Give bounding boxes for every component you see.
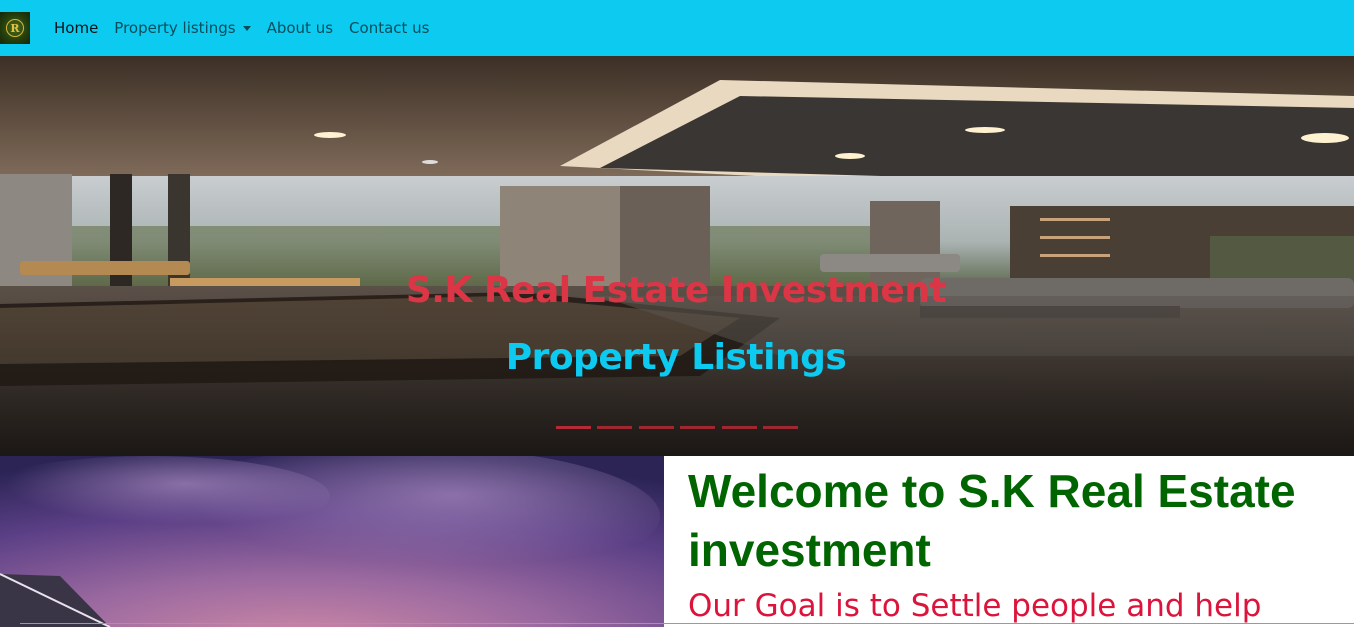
caret-down-icon bbox=[242, 26, 251, 31]
hero-interior-image bbox=[0, 56, 1354, 456]
carousel-indicator[interactable] bbox=[721, 426, 757, 429]
nav-home-link[interactable]: Home bbox=[54, 19, 98, 37]
hero-title: S.K Real Estate Investment bbox=[405, 270, 947, 311]
carousel-indicator[interactable] bbox=[762, 426, 798, 429]
goal-text: Our Goal is to Settle people and help bbox=[688, 588, 1262, 624]
nav-property-listings-dropdown[interactable]: Property listings bbox=[114, 19, 251, 37]
hero-subtitle: Property Listings bbox=[505, 337, 847, 378]
navbar: R Home Property listings About us Contac… bbox=[0, 0, 1354, 56]
nav-contact-link[interactable]: Contact us bbox=[349, 19, 429, 37]
nav-links: Home Property listings About us Contact … bbox=[54, 0, 446, 56]
carousel-indicator[interactable] bbox=[638, 426, 674, 429]
hero-carousel[interactable]: S.K Real Estate Investment Property List… bbox=[0, 56, 1354, 456]
brand-logo[interactable]: R bbox=[0, 12, 30, 44]
nav-about-link[interactable]: About us bbox=[267, 19, 333, 37]
registered-icon: R bbox=[6, 19, 24, 37]
nav-property-listings-label: Property listings bbox=[114, 19, 236, 37]
carousel-indicator[interactable] bbox=[680, 426, 716, 429]
carousel-indicator[interactable] bbox=[556, 426, 591, 429]
carousel-indicator[interactable] bbox=[597, 426, 633, 429]
welcome-heading: Welcome to S.K Real Estate investment bbox=[688, 465, 1296, 576]
sunset-sky-image bbox=[0, 456, 664, 627]
carousel-indicators bbox=[556, 426, 798, 429]
divider bbox=[20, 623, 1354, 624]
